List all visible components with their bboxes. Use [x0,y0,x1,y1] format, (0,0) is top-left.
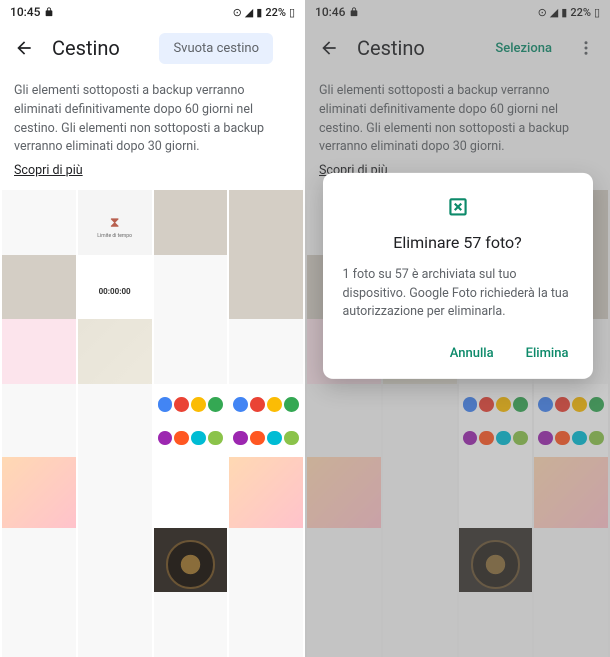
thumbnail[interactable] [534,457,608,531]
app-bar: Cestino Svuota cestino [0,24,305,72]
app-bar: Cestino Seleziona [305,24,610,72]
thumbnail[interactable] [307,592,381,657]
thumbnail[interactable] [78,457,152,531]
info-text: Gli elementi sottoposti a backup verrann… [305,72,610,163]
more-options-button[interactable] [574,36,598,60]
page-title: Cestino [52,36,143,60]
back-button[interactable] [317,36,341,60]
screen-left: 10:45 ⊙ ◢ ▮ 22% ▯ Cestino Svuota cestino… [0,0,305,657]
lock-icon [44,7,54,17]
learn-more-link[interactable]: Scopri di più [0,163,305,188]
lock-icon [349,7,359,17]
thumbnail[interactable] [534,528,608,602]
thumbnail[interactable] [459,457,533,531]
back-button[interactable] [12,36,36,60]
thumbnail[interactable] [534,384,608,458]
thumbnail[interactable] [229,384,303,458]
dialog-title: Eliminare 57 foto? [343,233,573,252]
empty-trash-button[interactable]: Svuota cestino [159,33,273,64]
thumbnail[interactable] [78,384,152,458]
battery-percent: 22% [265,6,286,19]
thumbnail[interactable] [154,592,228,657]
thumbnail[interactable] [459,528,533,602]
thumbnail[interactable] [154,528,228,602]
thumbnail[interactable] [78,528,152,602]
battery-icon: ▯ [594,6,600,19]
thumbnail[interactable] [2,457,76,531]
thumbnail[interactable] [383,457,457,531]
thumbnail[interactable] [229,592,303,657]
thumbnail[interactable] [459,592,533,657]
thumbnail[interactable] [383,528,457,602]
thumbnail[interactable] [78,319,152,393]
wifi-icon: ◢ [550,6,558,19]
thumbnail[interactable] [154,255,228,329]
status-bar: 10:45 ⊙ ◢ ▮ 22% ▯ [0,0,305,24]
thumbnail[interactable] [307,528,381,602]
screen-right: 10:46 ⊙ ◢ ▮ 22% ▯ Cestino Seleziona Gli … [305,0,610,657]
dialog-body: 1 foto su 57 è archiviata sul tuo dispos… [343,266,573,322]
thumbnail[interactable] [2,528,76,602]
alarm-icon: ⊙ [538,6,547,19]
dialog-actions: Annulla Elimina [343,340,573,367]
thumbnail[interactable] [78,592,152,657]
thumbnail[interactable] [229,319,303,393]
thumbnail[interactable] [307,457,381,531]
thumbnail[interactable] [154,190,228,264]
delete-button[interactable]: Elimina [522,340,573,367]
thumbnail[interactable] [383,592,457,657]
confirm-delete-dialog: Eliminare 57 foto? 1 foto su 57 è archiv… [323,173,593,379]
signal-icon: ▮ [256,6,262,19]
battery-percent: 22% [570,6,591,19]
thumbnail[interactable] [459,384,533,458]
thumbnail[interactable] [2,255,76,329]
photo-grid: Limite di tempo 00:00:00 [0,188,305,657]
thumbnail[interactable] [2,319,76,393]
select-button[interactable]: Seleziona [495,41,552,56]
battery-icon: ▯ [289,6,295,19]
thumbnail[interactable] [307,384,381,458]
trash-x-icon [444,193,472,221]
page-title: Cestino [357,36,479,60]
thumbnail[interactable] [229,255,303,329]
thumbnail[interactable]: Limite di tempo [78,190,152,264]
thumbnail[interactable] [229,528,303,602]
alarm-icon: ⊙ [233,6,242,19]
thumbnail[interactable] [154,457,228,531]
thumbnail[interactable] [154,319,228,393]
info-text: Gli elementi sottoposti a backup verrann… [0,72,305,163]
wifi-icon: ◢ [245,6,253,19]
signal-icon: ▮ [561,6,567,19]
thumbnail[interactable] [229,190,303,264]
status-bar: 10:46 ⊙ ◢ ▮ 22% ▯ [305,0,610,24]
thumbnail[interactable] [229,457,303,531]
status-time: 10:46 [315,5,345,19]
thumbnail[interactable] [383,384,457,458]
thumbnail[interactable]: 00:00:00 [78,255,152,329]
thumbnail[interactable] [154,384,228,458]
status-time: 10:45 [10,5,40,19]
thumbnail[interactable] [2,592,76,657]
cancel-button[interactable]: Annulla [446,340,498,367]
thumbnail[interactable] [2,384,76,458]
thumbnail[interactable] [534,592,608,657]
thumbnail[interactable] [2,190,76,264]
